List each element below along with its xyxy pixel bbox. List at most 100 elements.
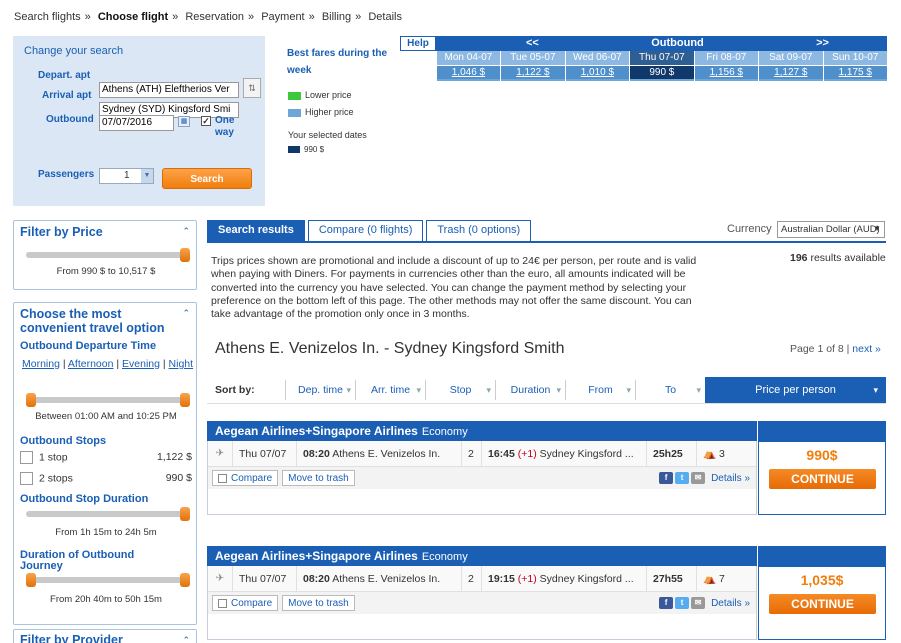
calendar-day-price[interactable]: 1,127 $ — [759, 65, 823, 79]
result-actions: Compare Move to trash f t ✉ Details » — [208, 467, 756, 489]
continue-button[interactable]: CONTINUE — [769, 469, 876, 489]
calendar-prev-button[interactable]: << — [526, 36, 539, 51]
calendar-next-button[interactable]: >> — [816, 36, 829, 51]
slider-handle-min[interactable] — [26, 573, 36, 587]
compare-checkbox[interactable] — [218, 598, 227, 608]
share-icons: f t ✉ — [657, 597, 706, 609]
sort-dep-time[interactable]: Dep. time — [285, 380, 355, 401]
stop-duration-label: Outbound Stop Duration — [20, 493, 149, 505]
calendar-day-price[interactable]: 1,010 $ — [565, 65, 630, 79]
slider-handle-max[interactable] — [180, 393, 190, 407]
twitter-icon[interactable]: t — [675, 597, 690, 609]
move-to-trash-button[interactable]: Move to trash — [282, 470, 355, 486]
flight-duration: 27h55 — [646, 565, 696, 592]
email-icon[interactable]: ✉ — [691, 472, 706, 484]
stop-checkbox[interactable] — [20, 451, 33, 464]
pager: Page 1 of 8 | next » — [790, 343, 881, 355]
swap-airports-icon[interactable]: ⇅ — [243, 78, 261, 98]
slider-handle-max[interactable] — [180, 573, 190, 587]
calendar-day-label: Sun 10-07 — [823, 51, 887, 65]
time-afternoon-link[interactable]: Afternoon — [68, 358, 114, 370]
calendar-day[interactable]: Wed 06-07 1,010 $ — [564, 51, 630, 81]
sort-label: Sort by: — [215, 384, 255, 396]
compare-checkbox[interactable] — [218, 473, 227, 483]
sort-stop[interactable]: Stop — [425, 380, 495, 401]
result-airline-header: Aegean Airlines+Singapore Airlines Econom… — [207, 546, 757, 566]
calendar-day-price[interactable]: 990 $ — [630, 65, 694, 79]
email-icon[interactable]: ✉ — [691, 597, 706, 609]
collapse-icon[interactable]: ⌃ — [182, 635, 190, 643]
sort-price[interactable]: Price per person — [705, 377, 886, 404]
journey-duration-slider[interactable] — [26, 573, 190, 587]
compare-button[interactable]: Compare — [212, 595, 279, 611]
plane-icon: ✈ — [215, 448, 225, 459]
calendar-day-price[interactable]: 1,122 $ — [501, 65, 565, 79]
breadcrumb-details: Details — [368, 11, 402, 23]
depart-airport-input[interactable]: Athens (ATH) Eleftherios Ver — [99, 82, 239, 98]
tab-compare[interactable]: Compare (0 flights) — [307, 220, 424, 241]
sort-to[interactable]: To — [635, 380, 705, 401]
calendar-day-price[interactable]: 1,046 $ — [436, 65, 501, 79]
time-evening-link[interactable]: Evening — [122, 358, 160, 370]
result-airline-header: Aegean Airlines+Singapore Airlines Econom… — [207, 421, 757, 441]
details-link[interactable]: Details » — [711, 473, 750, 484]
currency-select[interactable]: Australian Dollar (AUD) ▼ — [777, 221, 885, 238]
calendar-day-price[interactable]: 1,175 $ — [823, 65, 887, 79]
next-page-link[interactable]: next » — [852, 343, 881, 355]
departure-time-slider[interactable] — [26, 393, 190, 407]
calendar-title: Outbound — [651, 37, 704, 49]
sort-arr-time[interactable]: Arr. time — [355, 380, 425, 401]
convenience-panel: Choose the most convenient travel option… — [13, 302, 197, 625]
flight-row[interactable]: ✈ Thu 07/07 08:20 Athens E. Venizelos In… — [208, 565, 756, 592]
sort-duration[interactable]: Duration — [495, 380, 565, 401]
stop-option-price: 990 $ — [165, 472, 192, 484]
calendar-day-label: Wed 06-07 — [565, 51, 630, 65]
calendar-day[interactable]: Sun 10-07 1,175 $ — [822, 51, 887, 81]
convenience-title: Choose the most convenient travel option — [20, 307, 165, 335]
tab-trash[interactable]: Trash (0 options) — [426, 220, 532, 241]
results-count-number: 196 — [790, 252, 808, 264]
one-way-checkbox[interactable]: ✓ — [201, 116, 211, 126]
calendar-day[interactable]: Mon 04-07 1,046 $ — [435, 51, 501, 81]
move-to-trash-button[interactable]: Move to trash — [282, 595, 355, 611]
calendar-icon[interactable]: ▦ — [178, 116, 190, 127]
collapse-icon[interactable]: ⌃ — [182, 226, 190, 237]
calendar-day[interactable]: Tue 05-07 1,122 $ — [500, 51, 565, 81]
chevron-down-icon: ▼ — [141, 169, 153, 183]
compare-button[interactable]: Compare — [212, 470, 279, 486]
facebook-icon[interactable]: f — [659, 597, 674, 609]
passengers-select[interactable]: 1 ▼ — [99, 168, 154, 184]
calendar-day[interactable]: Sat 09-07 1,127 $ — [758, 51, 823, 81]
calendar-day[interactable]: Fri 08-07 1,156 $ — [693, 51, 759, 81]
seats-count: 7 — [719, 572, 725, 585]
price-slider[interactable] — [26, 248, 190, 262]
filter-provider-title[interactable]: Filter by Provider — [14, 630, 196, 643]
continue-button[interactable]: CONTINUE — [769, 594, 876, 614]
calendar-day-selected[interactable]: Thu 07-07 990 $ — [629, 51, 694, 81]
chevron-down-icon: ▼ — [873, 224, 881, 233]
sort-from[interactable]: From — [565, 380, 635, 401]
search-button[interactable]: Search — [162, 168, 252, 189]
stop-option-row[interactable]: 2 stops 990 $ — [20, 472, 192, 485]
tab-search-results[interactable]: Search results — [207, 220, 305, 241]
details-link[interactable]: Details » — [711, 598, 750, 609]
slider-handle-min[interactable] — [26, 393, 36, 407]
stop-option-row[interactable]: 1 stop 1,122 $ — [20, 451, 192, 464]
twitter-icon[interactable]: t — [675, 472, 690, 484]
breadcrumb-search-flights[interactable]: Search flights — [14, 11, 81, 23]
stop-duration-slider[interactable] — [26, 507, 190, 521]
currency-value: Australian Dollar (AUD) — [781, 224, 880, 235]
time-morning-link[interactable]: Morning — [22, 358, 60, 370]
filter-price-title[interactable]: Filter by Price — [14, 221, 196, 239]
flight-row[interactable]: ✈ Thu 07/07 08:20 Athens E. Venizelos In… — [208, 440, 756, 467]
calendar-day-price[interactable]: 1,156 $ — [694, 65, 759, 79]
slider-handle-max[interactable] — [180, 507, 190, 521]
facebook-icon[interactable]: f — [659, 472, 674, 484]
help-button[interactable]: Help — [400, 36, 436, 51]
time-night-link[interactable]: Night — [169, 358, 194, 370]
collapse-icon[interactable]: ⌃ — [182, 308, 190, 319]
stop-checkbox[interactable] — [20, 472, 33, 485]
arrival-airport: Sydney Kingsford ... — [539, 572, 634, 585]
outbound-date-input[interactable]: 07/07/2016 — [99, 115, 174, 131]
price-slider-handle[interactable] — [180, 248, 190, 262]
